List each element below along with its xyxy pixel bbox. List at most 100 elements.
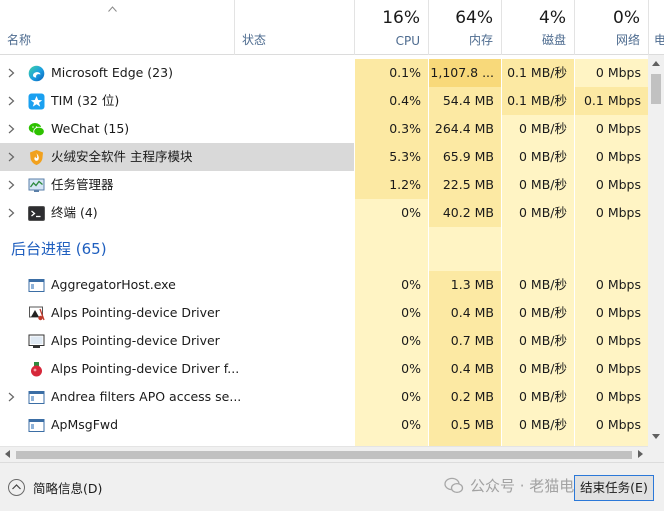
process-name-cell: 任务管理器: [0, 171, 354, 199]
cpu-cell: 0%: [354, 439, 428, 446]
scroll-up-icon[interactable]: [652, 61, 660, 66]
process-row[interactable]: ApMsgFwd 0% 0.5 MB 0 MB/秒 0 Mbps: [0, 411, 648, 439]
cpu-cell: 5.3%: [354, 143, 428, 171]
process-row[interactable]: WeChat (15) 0.3% 264.4 MB 0 MB/秒 0 Mbps: [0, 115, 648, 143]
column-cpu[interactable]: 16% CPU: [354, 0, 428, 55]
scroll-right-icon[interactable]: [638, 450, 643, 458]
disk-total: 4%: [539, 8, 566, 28]
process-name-cell: Alps Pointing-device Driver: [0, 299, 354, 327]
network-cell: 0 Mbps: [574, 355, 648, 383]
memory-cell: 54.4 MB: [428, 87, 501, 115]
disk-cell: 0.1 MB/秒: [501, 87, 574, 115]
process-row[interactable]: TIM (32 位) 0.4% 54.4 MB 0.1 MB/秒 0.1 Mbps: [0, 87, 648, 115]
column-name[interactable]: 名称: [0, 0, 234, 55]
disk-cell: 0 MB/秒: [501, 171, 574, 199]
chevron-right-icon[interactable]: [8, 392, 15, 402]
process-name-cell: ApMsgFwd: [0, 411, 354, 439]
less-info-button[interactable]: 简略信息(D): [8, 477, 102, 497]
network-total: 0%: [613, 8, 640, 28]
column-power[interactable]: 电: [648, 0, 664, 55]
process-row[interactable]: Alps Pointing-device Driver 0% 0.4 MB 0 MB/…: [0, 299, 648, 327]
process-name: Microsoft Edge (23): [51, 65, 173, 80]
column-network[interactable]: 0% 网络: [574, 0, 648, 55]
process-row[interactable]: Application Frame Host 0%3.7 MB0 MB/秒0 Mb…: [0, 439, 648, 446]
process-row[interactable]: Alps Pointing-device Driver f... 0% 0.4 MB…: [0, 355, 648, 383]
scroll-down-icon[interactable]: [652, 434, 660, 439]
process-row[interactable]: AggregatorHost.exe 0% 1.3 MB 0 MB/秒 0 Mbps: [0, 271, 648, 299]
memory-cell: 65.9 MB: [428, 143, 501, 171]
horizontal-scrollbar[interactable]: [0, 446, 648, 462]
memory-cell: 264.4 MB: [428, 115, 501, 143]
memory-cell: 0.4 MB: [428, 355, 501, 383]
process-row[interactable]: 火绒安全软件 主程序模块 5.3% 65.9 MB 0 MB/秒 0 Mbps: [0, 143, 648, 171]
memory-cell: 40.2 MB: [428, 199, 501, 227]
cpu-total: 16%: [382, 8, 420, 28]
cpu-cell: 0%: [354, 383, 428, 411]
process-name: Andrea filters APO access se...: [51, 389, 242, 404]
process-row[interactable]: Microsoft Edge (23) 0.1% 1,107.8 ... 0.1 MB…: [0, 59, 648, 87]
column-name-label: 名称: [7, 33, 32, 47]
chevron-right-icon[interactable]: [8, 152, 15, 162]
task-manager-icon: [28, 177, 45, 194]
scroll-corner: [648, 446, 664, 462]
disk-cell: 0 MB/秒: [501, 271, 574, 299]
process-name: AggregatorHost.exe: [51, 277, 176, 292]
process-row[interactable]: 终端 (4) 0% 40.2 MB 0 MB/秒 0 Mbps: [0, 199, 648, 227]
process-name: Alps Pointing-device Driver f...: [51, 361, 240, 376]
memory-cell: 1,107.8 ...: [428, 59, 501, 87]
horizontal-scroll-thumb[interactable]: [16, 451, 632, 459]
process-name: Alps Pointing-device Driver: [51, 333, 220, 348]
process-name: Alps Pointing-device Driver: [51, 305, 220, 320]
chevron-right-icon[interactable]: [8, 180, 15, 190]
process-name: TIM (32 位): [51, 93, 120, 108]
process-row[interactable]: Andrea filters APO access se... 0% 0.2 MB 0…: [0, 383, 648, 411]
column-cpu-label: CPU: [395, 34, 420, 48]
window-app-icon: [28, 389, 45, 406]
cpu-cell: 0%: [354, 327, 428, 355]
process-name-cell: Andrea filters APO access se...: [0, 383, 354, 411]
process-name: 终端 (4): [51, 205, 98, 220]
alps-driver-icon: [28, 305, 45, 322]
network-cell: 0 Mbps: [574, 411, 648, 439]
network-cell: 0 Mbps: [574, 143, 648, 171]
end-task-button[interactable]: 结束任务(E): [574, 475, 654, 501]
column-memory[interactable]: 64% 内存: [428, 0, 501, 55]
process-row[interactable]: Alps Pointing-device Driver 0% 0.7 MB 0 MB/…: [0, 327, 648, 355]
network-cell: 0 Mbps: [574, 59, 648, 87]
memory-cell: 1.3 MB: [428, 271, 501, 299]
column-disk[interactable]: 4% 磁盘: [501, 0, 574, 55]
column-status[interactable]: 状态: [234, 0, 354, 55]
chevron-right-icon[interactable]: [8, 96, 15, 106]
disk-cell: 0 MB/秒: [501, 199, 574, 227]
group-net-cell: [574, 227, 648, 271]
vertical-scrollbar[interactable]: [648, 55, 664, 446]
memory-cell: 22.5 MB: [428, 171, 501, 199]
process-name-cell: Alps Pointing-device Driver: [0, 327, 354, 355]
process-name-cell: Alps Pointing-device Driver f...: [0, 355, 354, 383]
chevron-right-icon[interactable]: [8, 124, 15, 134]
cpu-cell: 0%: [354, 411, 428, 439]
process-name-cell: 火绒安全软件 主程序模块: [0, 143, 354, 171]
chevron-right-icon[interactable]: [8, 208, 15, 218]
network-cell: 0 Mbps: [574, 171, 648, 199]
group-disk-cell: [501, 227, 574, 271]
wechat-icon: [28, 121, 45, 138]
group-mem-cell: [428, 227, 501, 271]
process-name-cell: 终端 (4): [0, 199, 354, 227]
disk-cell: 0 MB/秒: [501, 143, 574, 171]
network-cell: 0 Mbps: [574, 271, 648, 299]
process-name-cell: Microsoft Edge (23): [0, 59, 354, 87]
vertical-scroll-thumb[interactable]: [651, 74, 661, 104]
alps-plug-icon: [28, 361, 45, 378]
memory-total: 64%: [455, 8, 493, 28]
disk-cell: 0 MB/秒: [501, 115, 574, 143]
disk-cell: 0 MB/秒: [501, 383, 574, 411]
footer-bar: 简略信息(D) 公众号 · 老猫电脑技 结束任务(E): [0, 462, 664, 511]
chevron-right-icon[interactable]: [8, 68, 15, 78]
disk-cell: 0 MB/秒: [501, 411, 574, 439]
disk-cell: 0.1 MB/秒: [501, 59, 574, 87]
scroll-left-icon[interactable]: [5, 450, 10, 458]
memory-cell: 3.7 MB: [428, 439, 501, 446]
process-row[interactable]: 任务管理器 1.2% 22.5 MB 0 MB/秒 0 Mbps: [0, 171, 648, 199]
memory-cell: 0.5 MB: [428, 411, 501, 439]
